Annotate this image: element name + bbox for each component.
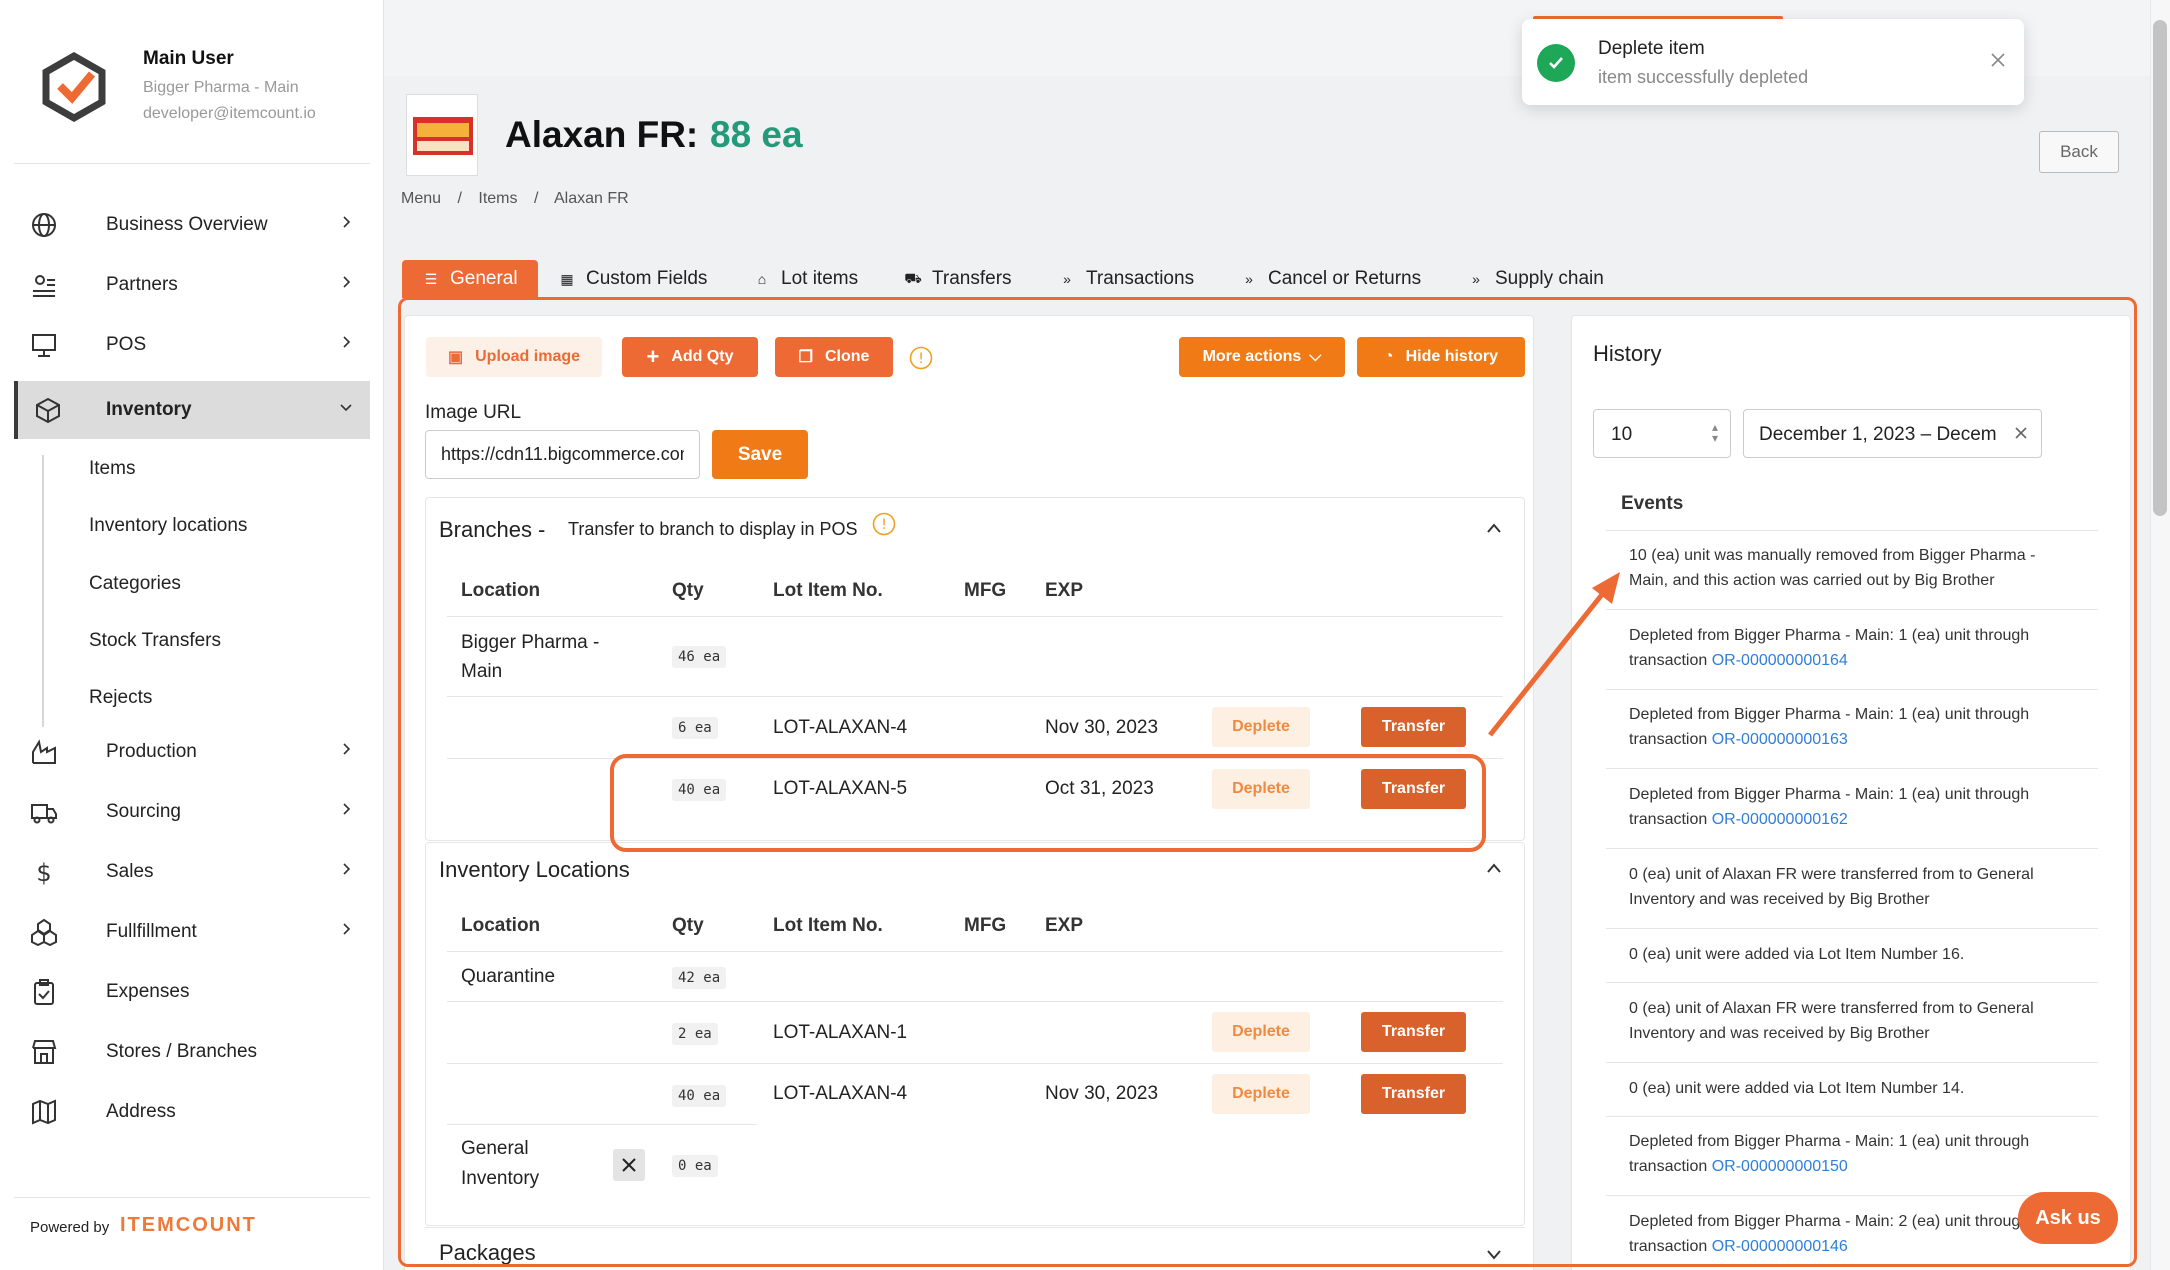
- map-icon: [28, 1096, 60, 1128]
- check-circle-icon: [1537, 44, 1575, 82]
- sidebar-item-label: Sourcing: [106, 801, 181, 822]
- scrollbar-thumb[interactable]: [2153, 20, 2167, 516]
- sidebar-item-sourcing[interactable]: Sourcing: [14, 783, 370, 841]
- sidebar: Main User Bigger Pharma - Main developer…: [0, 0, 384, 1270]
- tab-label: General: [450, 268, 518, 289]
- truck-icon: ⛟: [904, 269, 922, 286]
- chevron-right-icon: [343, 336, 351, 348]
- sidebar-item-label: Inventory: [106, 399, 192, 420]
- toast-message: item successfully depleted: [1598, 67, 1809, 87]
- user-email: developer@itemcount.io: [143, 105, 316, 122]
- sidebar-item-address[interactable]: Address: [14, 1083, 370, 1141]
- tab-supply-chain[interactable]: » Supply chain: [1467, 260, 1604, 298]
- truck-icon: [28, 796, 60, 828]
- sidebar-item-label: Partners: [106, 274, 178, 295]
- brand-name: ITEMCOUNT: [120, 1214, 257, 1236]
- sidebar-item-label: Production: [106, 741, 197, 762]
- breadcrumb-current: Alaxan FR: [553, 190, 629, 207]
- chevron-down-icon: [340, 404, 352, 412]
- tab-label: Custom Fields: [586, 268, 708, 289]
- box-icon: [32, 394, 64, 426]
- sidebar-item-sales[interactable]: $ Sales: [14, 843, 370, 901]
- sidebar-item-label: Fullfillment: [106, 921, 197, 942]
- tab-general[interactable]: ☰ General: [402, 260, 538, 298]
- tab-cancel-returns[interactable]: » Cancel or Returns: [1240, 260, 1421, 298]
- svg-text:$: $: [36, 859, 51, 886]
- chevron-right-icon: [343, 803, 351, 815]
- warehouse-icon: ⌂: [757, 271, 767, 287]
- store-icon: [28, 1036, 60, 1068]
- tab-label: Cancel or Returns: [1268, 268, 1422, 289]
- sidebar-subitem-stock-transfers[interactable]: Stock Transfers: [89, 630, 221, 652]
- toast-title: Deplete item: [1598, 38, 1705, 59]
- dollar-icon: $: [28, 856, 60, 888]
- breadcrumb-items[interactable]: Items: [478, 190, 517, 207]
- chevron-right-icon: [343, 216, 351, 228]
- factory-icon: [28, 736, 60, 768]
- sidebar-item-label: Expenses: [106, 981, 190, 1002]
- breadcrumb-sep: /: [457, 190, 462, 207]
- close-icon[interactable]: [1990, 52, 2006, 68]
- partners-icon: [28, 269, 60, 301]
- chevron-right-icon: [343, 743, 351, 755]
- sidebar-subitem-items[interactable]: Items: [89, 458, 135, 480]
- item-title: Alaxan FR:: [505, 114, 699, 155]
- sidebar-item-label: POS: [106, 334, 147, 355]
- sidebar-item-label: Business Overview: [106, 214, 268, 235]
- sidebar-subitem-inventory-locations[interactable]: Inventory locations: [89, 515, 247, 537]
- sidebar-item-expenses[interactable]: Expenses: [14, 963, 370, 1021]
- user-org: Bigger Pharma - Main: [143, 79, 299, 96]
- tab-label: Supply chain: [1495, 268, 1604, 289]
- sidebar-item-fullfillment[interactable]: Fullfillment: [14, 903, 370, 961]
- sidebar-item-partners[interactable]: Partners: [14, 256, 370, 314]
- highlight-row-outline: [610, 754, 1486, 852]
- chevron-right-icon: [343, 276, 351, 288]
- sidebar-item-stores-branches[interactable]: Stores / Branches: [14, 1023, 370, 1081]
- user-name: Main User: [143, 48, 234, 69]
- sidebar-item-production[interactable]: Production: [14, 723, 370, 781]
- sidebar-divider: [14, 163, 370, 164]
- clipboard-icon: [28, 976, 60, 1008]
- breadcrumb-menu[interactable]: Menu: [401, 190, 441, 207]
- app-root: Main User Bigger Pharma - Main developer…: [0, 0, 2170, 1270]
- sidebar-item-inventory[interactable]: Inventory: [14, 381, 370, 439]
- double-chevron-icon: »: [1472, 271, 1480, 287]
- chevron-right-icon: [343, 923, 351, 935]
- annotation-arrow-icon: [1488, 572, 1620, 737]
- tab-custom-fields[interactable]: ▦ Custom Fields: [558, 260, 707, 298]
- breadcrumb-sep: /: [533, 190, 539, 207]
- item-qty: 88 ea: [710, 114, 803, 155]
- tab-label: Transactions: [1086, 268, 1195, 289]
- sidebar-item-business-overview[interactable]: Business Overview: [14, 196, 370, 254]
- chevron-right-icon: [343, 863, 351, 875]
- breadcrumb: Menu / Items / Alaxan FR: [401, 190, 629, 208]
- list-icon: ☰: [424, 270, 438, 287]
- itemcount-logo-icon: [42, 51, 106, 123]
- success-toast: Deplete item item successfully depleted: [1522, 19, 2024, 105]
- tab-transactions[interactable]: » Transactions: [1058, 260, 1194, 298]
- sidebar-item-label: Stores / Branches: [106, 1041, 258, 1062]
- boxes-icon: [28, 916, 60, 948]
- table-icon: ▦: [560, 270, 574, 287]
- double-chevron-icon: »: [1245, 271, 1253, 287]
- tab-label: Lot items: [781, 268, 859, 289]
- item-thumbnail: [406, 94, 478, 176]
- sidebar-divider: [14, 1197, 370, 1198]
- powered-by: Powered by: [30, 1219, 110, 1236]
- sidebar-item-pos[interactable]: POS: [14, 316, 370, 374]
- tab-label: Transfers: [932, 268, 1012, 289]
- pos-monitor-icon: [28, 329, 60, 361]
- back-button[interactable]: Back: [2039, 131, 2119, 173]
- double-chevron-icon: »: [1063, 271, 1071, 287]
- sidebar-subitem-categories[interactable]: Categories: [89, 573, 181, 595]
- tab-lot-items[interactable]: ⌂ Lot items: [753, 260, 858, 298]
- sidebar-item-label: Sales: [106, 861, 154, 882]
- tab-transfers[interactable]: ⛟ Transfers: [904, 260, 1012, 298]
- submenu-guide-line: [42, 455, 44, 727]
- sidebar-subitem-rejects[interactable]: Rejects: [89, 687, 152, 709]
- sidebar-item-label: Address: [106, 1101, 176, 1122]
- ask-us-button[interactable]: Ask us: [2018, 1192, 2118, 1244]
- globe-icon: [28, 209, 60, 241]
